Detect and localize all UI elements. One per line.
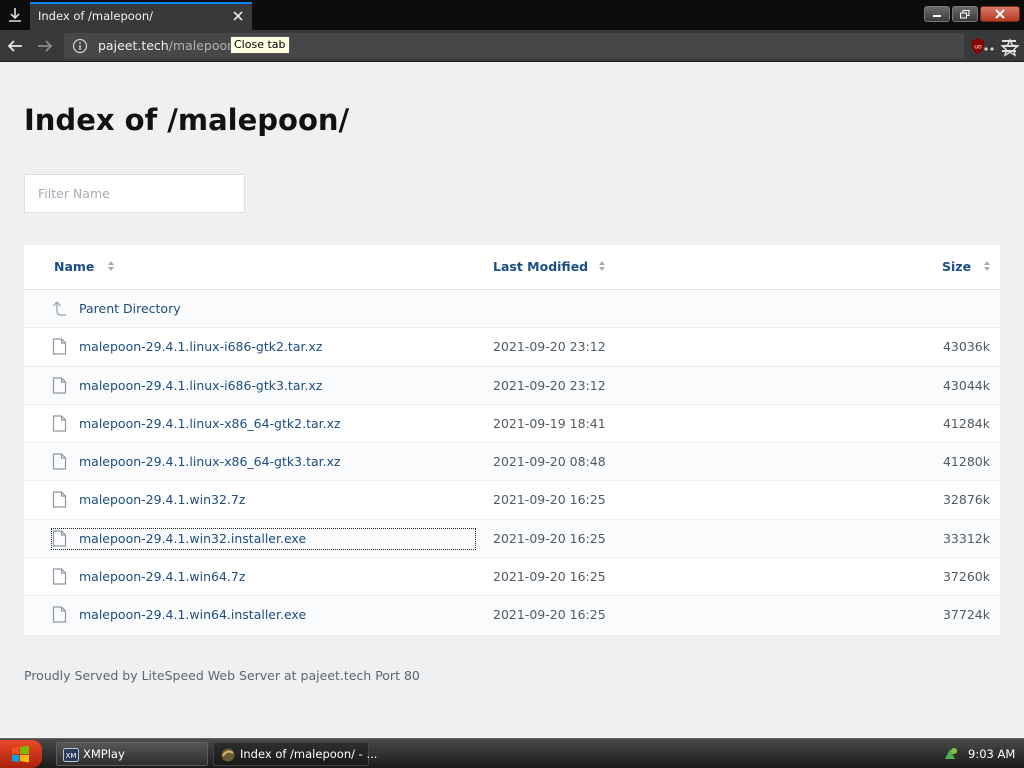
window-close-button[interactable] bbox=[980, 6, 1020, 22]
file-modified: 2021-09-20 23:12 bbox=[493, 339, 606, 355]
file-name-link[interactable]: malepoon-29.4.1.win64.installer.exe bbox=[79, 607, 306, 622]
clock[interactable]: 9:03 AM bbox=[968, 747, 1015, 761]
back-arrow-icon bbox=[7, 40, 22, 52]
file-size: 43036k bbox=[942, 339, 990, 355]
file-row[interactable]: malepoon-29.4.1.win32.installer.exe 2021… bbox=[24, 519, 1000, 559]
close-icon bbox=[233, 11, 243, 21]
taskbar: XM XMPlay Index of /malepoon/ - ... 9:03… bbox=[0, 738, 1024, 768]
file-name-link[interactable]: malepoon-29.4.1.linux-x86_64-gtk3.tar.xz bbox=[79, 454, 341, 469]
url-domain: pajeet.tech bbox=[98, 38, 169, 53]
file-modified: 2021-09-20 16:25 bbox=[493, 492, 606, 508]
column-header-size[interactable]: Size bbox=[942, 259, 971, 274]
taskbar-item-browser[interactable]: Index of /malepoon/ - ... bbox=[213, 742, 377, 766]
address-bar[interactable]: pajeet.tech/malepoon/ bbox=[64, 33, 1020, 59]
sort-icon[interactable] bbox=[598, 260, 606, 272]
close-icon bbox=[995, 9, 1005, 19]
file-modified: 2021-09-20 16:25 bbox=[493, 607, 606, 623]
window-controls bbox=[924, 6, 1020, 22]
file-size: 43044k bbox=[942, 377, 990, 393]
taskbar-label: XMPlay bbox=[83, 747, 125, 761]
listing-header: Name Last Modified Size bbox=[24, 245, 1000, 290]
parent-directory-row[interactable]: Parent Directory bbox=[24, 290, 1000, 329]
downloads-button[interactable] bbox=[0, 0, 30, 30]
file-row[interactable]: malepoon-29.4.1.linux-x86_64-gtk3.tar.xz… bbox=[24, 443, 1000, 482]
filter-name-input[interactable] bbox=[25, 175, 244, 212]
download-icon bbox=[9, 8, 21, 22]
file-icon bbox=[52, 376, 67, 394]
file-modified: 2021-09-20 23:12 bbox=[493, 377, 606, 393]
file-icon bbox=[52, 338, 67, 355]
xmplay-icon: XM bbox=[63, 748, 79, 762]
minimize-icon bbox=[933, 15, 941, 17]
browser-icon bbox=[221, 748, 235, 762]
file-row[interactable]: malepoon-29.4.1.linux-i686-gtk2.tar.xz 2… bbox=[24, 328, 1000, 367]
parent-directory-link[interactable]: Parent Directory bbox=[79, 301, 181, 316]
column-header-name[interactable]: Name bbox=[54, 259, 94, 274]
back-button[interactable] bbox=[5, 36, 25, 56]
column-header-last-modified[interactable]: Last Modified bbox=[493, 259, 588, 274]
file-icon bbox=[52, 568, 67, 585]
file-size: 41284k bbox=[942, 415, 990, 431]
file-name-link[interactable]: malepoon-29.4.1.win32.installer.exe bbox=[79, 531, 306, 546]
file-listing: Name Last Modified Size Parent Directory… bbox=[24, 245, 1000, 635]
ublock-shield-icon: uo bbox=[972, 38, 984, 54]
file-row[interactable]: malepoon-29.4.1.win64.installer.exe 2021… bbox=[24, 596, 1000, 635]
ublock-button[interactable]: uo bbox=[968, 36, 988, 56]
page-title: Index of /malepoon/ bbox=[24, 103, 350, 137]
file-size: 37260k bbox=[942, 569, 990, 585]
network-tray-icon[interactable] bbox=[942, 746, 958, 762]
restore-button[interactable] bbox=[952, 6, 978, 22]
file-name-link[interactable]: malepoon-29.4.1.linux-i686-gtk3.tar.xz bbox=[79, 378, 322, 393]
forward-arrow-icon bbox=[38, 40, 53, 52]
file-name-link[interactable]: malepoon-29.4.1.win64.7z bbox=[79, 569, 245, 584]
file-row[interactable]: malepoon-29.4.1.linux-x86_64-gtk2.tar.xz… bbox=[24, 405, 1000, 444]
browser-tab[interactable]: Index of /malepoon/ bbox=[30, 2, 252, 30]
file-modified: 2021-09-20 16:25 bbox=[493, 569, 606, 585]
file-name-link[interactable]: malepoon-29.4.1.win32.7z bbox=[79, 492, 245, 507]
file-icon bbox=[52, 491, 67, 509]
windows-logo-icon bbox=[12, 745, 29, 763]
server-footer: Proudly Served by LiteSpeed Web Server a… bbox=[24, 668, 420, 683]
svg-text:uo: uo bbox=[974, 44, 982, 51]
file-icon bbox=[52, 606, 67, 623]
file-row[interactable]: malepoon-29.4.1.win32.7z 2021-09-20 16:2… bbox=[24, 481, 1000, 520]
file-size: 33312k bbox=[942, 530, 990, 546]
file-size: 32876k bbox=[942, 492, 990, 508]
file-modified: 2021-09-19 18:41 bbox=[493, 415, 606, 431]
file-icon bbox=[52, 415, 67, 432]
filter-field[interactable] bbox=[24, 174, 245, 213]
svg-text:XM: XM bbox=[66, 752, 77, 760]
tab-close-button[interactable] bbox=[230, 8, 246, 24]
file-name-link[interactable]: malepoon-29.4.1.linux-i686-gtk2.tar.xz bbox=[79, 339, 322, 354]
file-icon bbox=[52, 530, 67, 547]
file-row[interactable]: malepoon-29.4.1.win64.7z 2021-09-20 16:2… bbox=[24, 558, 1000, 597]
file-icon bbox=[52, 453, 67, 470]
level-up-arrow-icon bbox=[53, 301, 66, 316]
file-name-link[interactable]: malepoon-29.4.1.linux-x86_64-gtk2.tar.xz bbox=[79, 416, 341, 431]
tab-bar: Index of /malepoon/ bbox=[0, 0, 1024, 30]
start-button[interactable] bbox=[0, 740, 42, 768]
file-row[interactable]: malepoon-29.4.1.linux-i686-gtk3.tar.xz 2… bbox=[24, 366, 1000, 405]
file-modified: 2021-09-20 16:25 bbox=[493, 530, 606, 546]
info-icon[interactable] bbox=[72, 38, 88, 54]
sort-icon[interactable] bbox=[983, 260, 991, 272]
tooltip: Close tab bbox=[230, 36, 290, 54]
tab-title: Index of /malepoon/ bbox=[38, 9, 153, 23]
sort-icon[interactable] bbox=[107, 260, 115, 272]
url-path: /malepoon/ bbox=[168, 38, 240, 53]
url-text: pajeet.tech/malepoon/ bbox=[98, 38, 239, 53]
hamburger-menu-icon bbox=[1002, 40, 1016, 52]
taskbar-item-xmplay[interactable]: XM XMPlay bbox=[56, 742, 208, 766]
forward-button[interactable] bbox=[35, 36, 55, 56]
nav-bar: pajeet.tech/malepoon/ uo bbox=[0, 30, 1024, 62]
minimize-button[interactable] bbox=[924, 6, 950, 22]
menu-button[interactable] bbox=[999, 36, 1019, 56]
file-size: 37724k bbox=[942, 607, 990, 623]
file-size: 41280k bbox=[942, 454, 990, 470]
restore-icon bbox=[960, 9, 970, 18]
taskbar-label: Index of /malepoon/ - ... bbox=[240, 747, 378, 761]
file-modified: 2021-09-20 08:48 bbox=[493, 454, 606, 470]
